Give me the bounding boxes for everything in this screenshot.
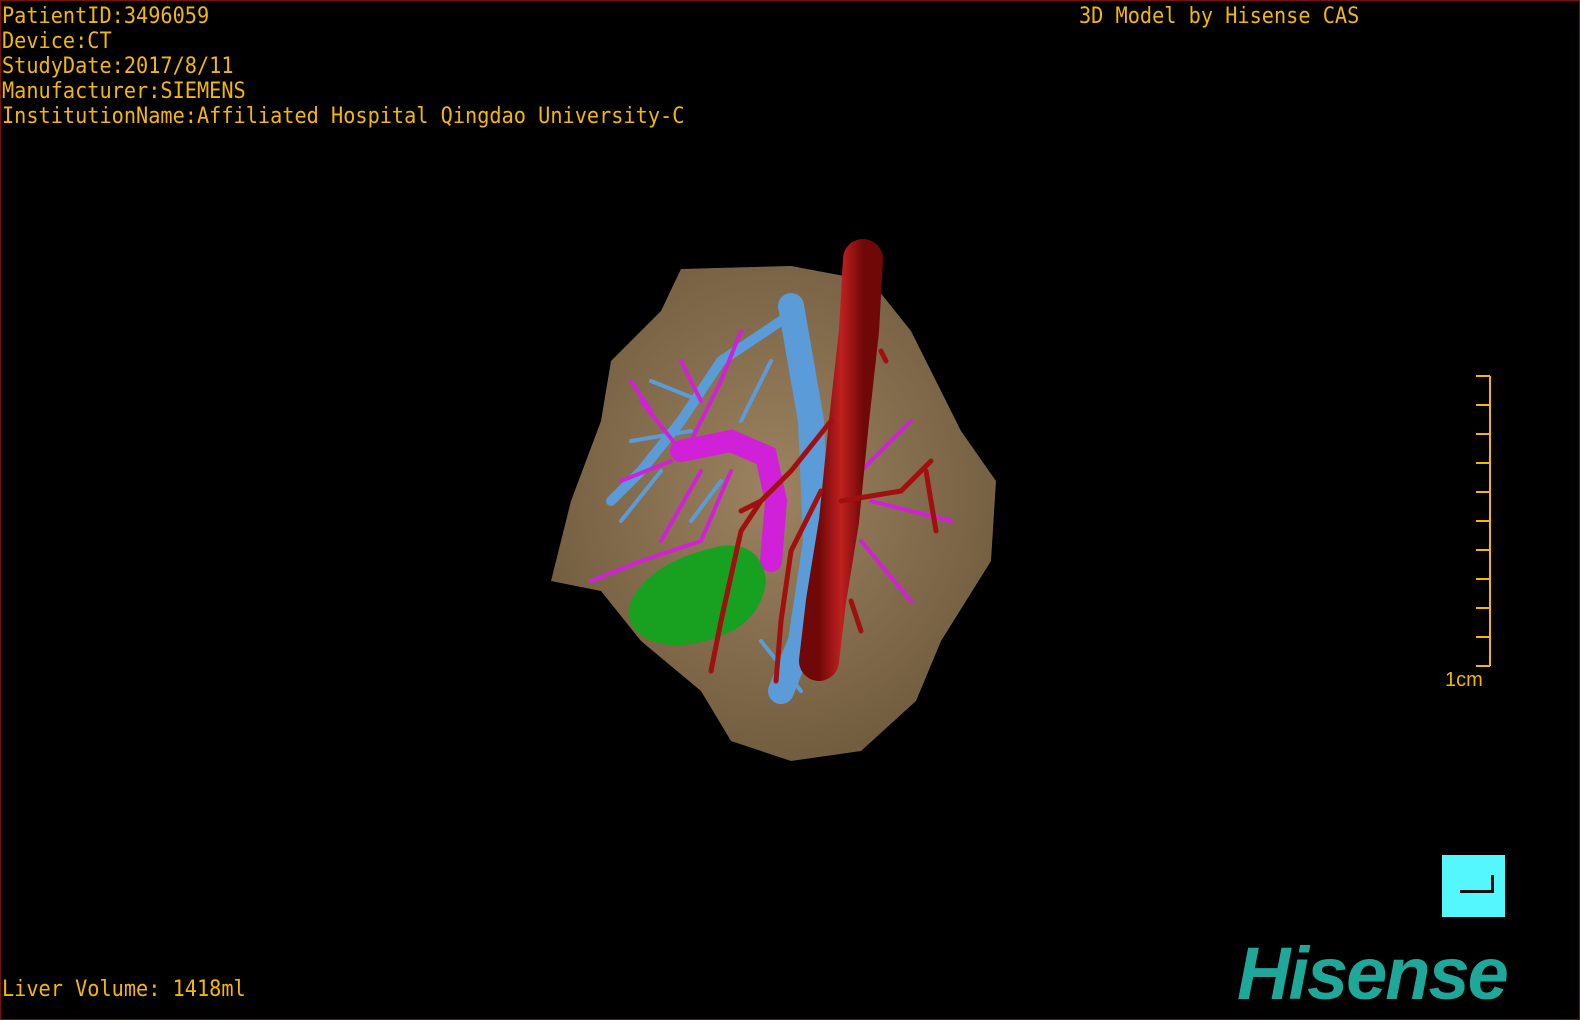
- orientation-button[interactable]: [1442, 855, 1505, 917]
- corner-bracket-icon: [1460, 875, 1494, 893]
- hisense-logo: Hisense: [1237, 932, 1509, 1015]
- scale-label: 1cm: [1445, 669, 1483, 691]
- 3d-viewport[interactable]: PatientID:3496059 Device:CT StudyDate:2017…: [0, 0, 1580, 1020]
- liver-3d-model[interactable]: [1, 1, 1579, 1019]
- liver-volume: Liver Volume: 1418ml: [2, 977, 246, 1002]
- scale-bar: [1476, 375, 1491, 667]
